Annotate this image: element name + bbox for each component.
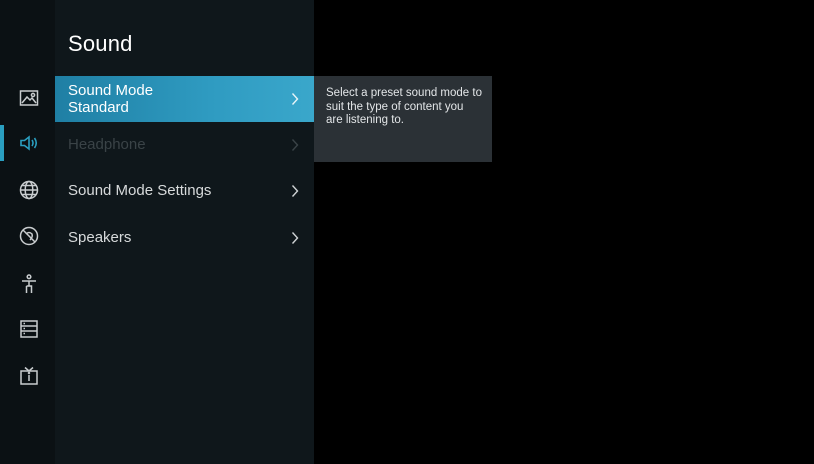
headphone-label: Headphone (68, 136, 146, 153)
chevron-right-icon (288, 135, 302, 155)
sound-mode-value: Standard (68, 99, 129, 116)
sound-mode-label: Sound Mode Standard (68, 82, 153, 116)
chevron-right-icon (288, 228, 302, 248)
panel-title: Sound (68, 31, 133, 56)
tv-settings-screen: Sound Sound Mode Standard Headphone Soun… (0, 0, 814, 464)
option-description: Select a preset sound mode to suit the t… (314, 76, 492, 162)
sound-icon[interactable] (14, 129, 44, 157)
menu-item-sound-mode-settings[interactable]: Sound Mode Settings (55, 168, 314, 214)
accessibility-icon[interactable] (14, 270, 44, 298)
sound-mode-settings-label: Sound Mode Settings (68, 182, 212, 199)
menu-item-speakers[interactable]: Speakers (55, 215, 314, 261)
sound-mode-title: Sound Mode (68, 82, 154, 99)
speakers-label: Speakers (68, 229, 132, 246)
system-list-icon[interactable] (14, 315, 44, 343)
menu-item-sound-mode[interactable]: Sound Mode Standard (55, 76, 314, 122)
tv-info-icon[interactable] (14, 362, 44, 390)
settings-category-rail (0, 0, 55, 464)
chevron-right-icon (288, 89, 302, 109)
chevron-right-icon (288, 181, 302, 201)
privacy-icon[interactable] (14, 222, 44, 250)
active-category-indicator (0, 125, 4, 161)
network-globe-icon[interactable] (14, 176, 44, 204)
menu-item-headphone[interactable]: Headphone (55, 122, 314, 168)
picture-icon[interactable] (14, 84, 44, 112)
sound-settings-panel: Sound Sound Mode Standard Headphone Soun… (55, 0, 314, 464)
